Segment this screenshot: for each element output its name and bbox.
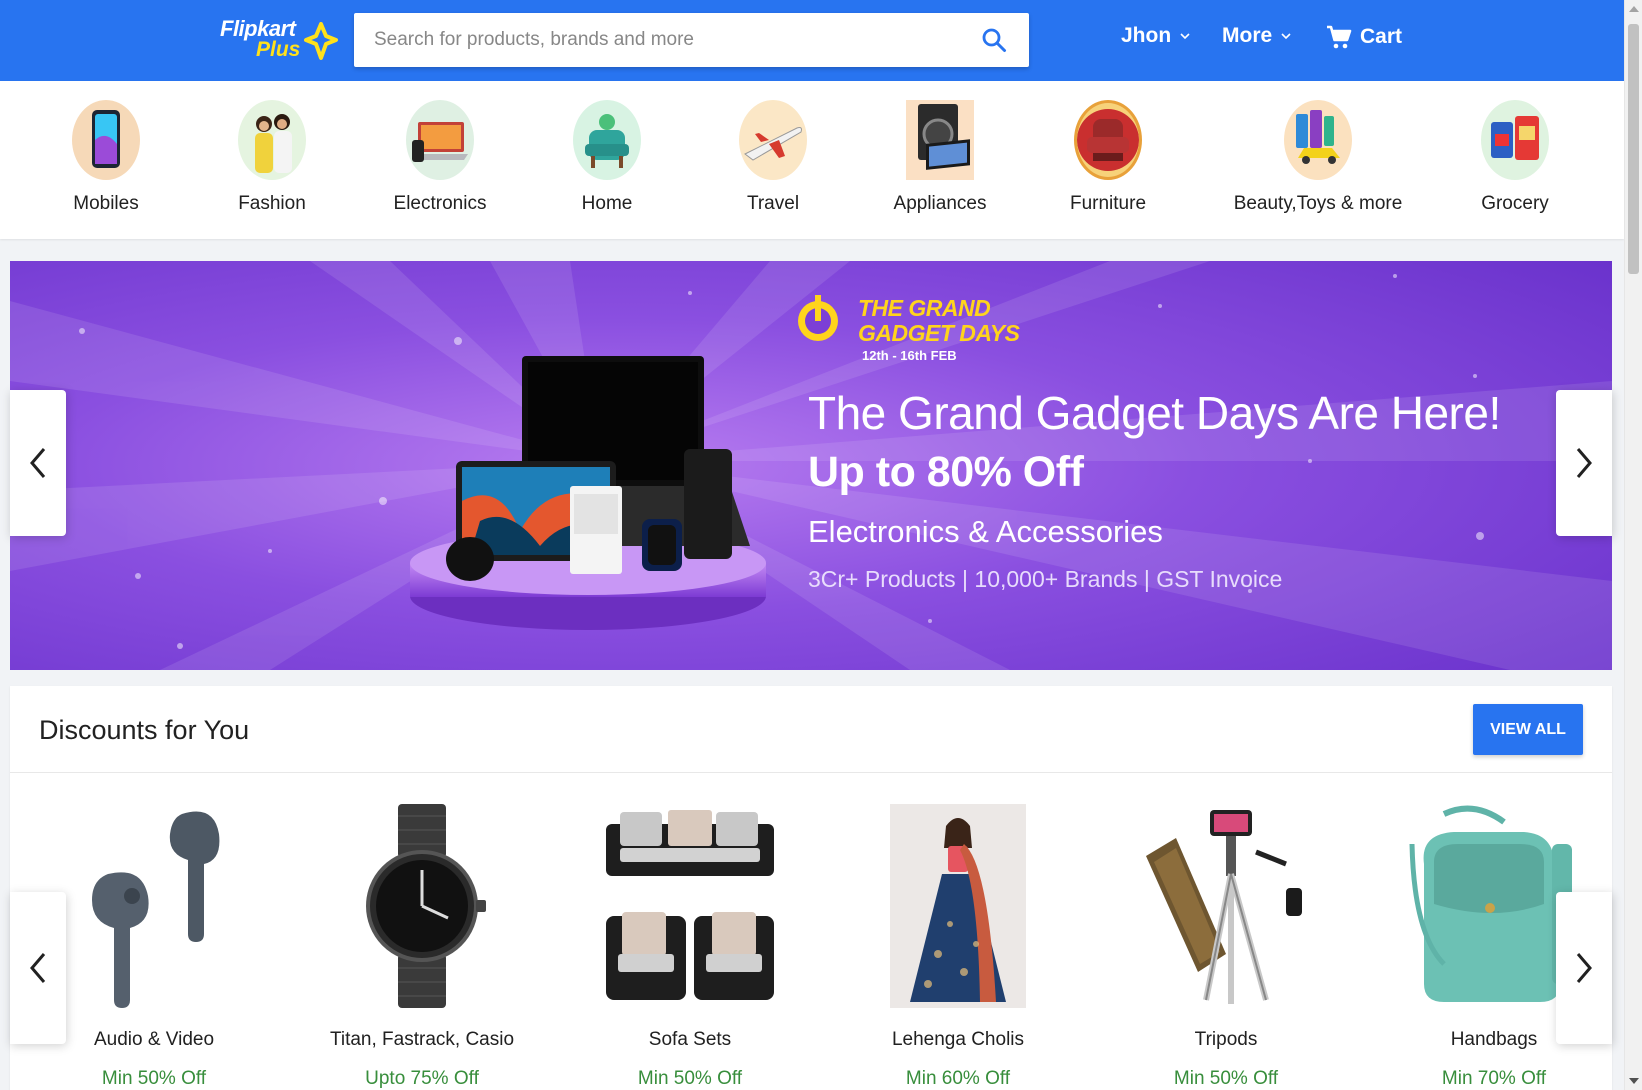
- scroll-up-arrow-icon[interactable]: [1629, 6, 1639, 12]
- search-icon[interactable]: [981, 27, 1007, 53]
- sofa-image: [606, 810, 774, 1000]
- chevron-right-icon: [1576, 953, 1592, 983]
- category-label: Home: [581, 193, 633, 214]
- banner-category: Electronics & Accessories: [808, 514, 1163, 549]
- section-title: Discounts for You: [39, 715, 250, 745]
- product-card[interactable]: Lehenga Cholis Min 60% Off: [824, 804, 1092, 1090]
- lehenga-image: [890, 804, 1026, 1008]
- category-fashion[interactable]: Fashion: [182, 81, 362, 239]
- more-menu[interactable]: More: [1222, 24, 1292, 48]
- discounts-section: Discounts for You VIEW ALL Audio & Video…: [10, 686, 1612, 1090]
- category-label: Appliances: [893, 193, 987, 214]
- cart-icon: [1327, 25, 1352, 49]
- category-label: Grocery: [1481, 193, 1549, 214]
- banner-meta: 3Cr+ Products | 10,000+ Brands | GST Inv…: [808, 566, 1283, 592]
- product-discount: Upto 75% Off: [365, 1068, 479, 1089]
- grocery-icon: [1481, 100, 1549, 180]
- sale-name-line1: THE GRAND: [858, 295, 991, 321]
- banner-next-button[interactable]: [1556, 390, 1612, 536]
- category-travel[interactable]: Travel: [683, 81, 863, 239]
- product-name: Sofa Sets: [648, 1029, 732, 1050]
- product-name: Titan, Fastrack, Casio: [329, 1029, 515, 1050]
- product-name: Lehenga Cholis: [891, 1029, 1025, 1050]
- category-mobiles[interactable]: Mobiles: [16, 81, 196, 239]
- more-label: More: [1222, 24, 1273, 47]
- account-menu[interactable]: Jhon: [1121, 24, 1191, 48]
- fashion-icon: [238, 100, 306, 180]
- plane-icon: [739, 100, 807, 180]
- sale-dates: 12th - 16th FEB: [862, 348, 957, 363]
- chevron-left-icon: [30, 953, 46, 983]
- banner-headline: The Grand Gadget Days Are Here!: [808, 387, 1501, 439]
- chevron-left-icon: [30, 448, 46, 478]
- deals-next-button[interactable]: [1556, 892, 1612, 1044]
- chevron-down-icon: [1281, 33, 1291, 40]
- sale-name-line2: GADGET DAYS: [858, 320, 1020, 346]
- user-name: Jhon: [1121, 24, 1172, 47]
- deals-prev-button[interactable]: [10, 892, 66, 1044]
- product-discount: Min 50% Off: [1173, 1068, 1279, 1089]
- product-card[interactable]: Titan, Fastrack, Casio Upto 75% Off: [288, 804, 556, 1090]
- sale-logo-text: THE GRAND GADGET DAYS: [858, 295, 1020, 346]
- flipkart-logo[interactable]: Flipkart Plus: [220, 16, 340, 64]
- category-label: Electronics: [393, 193, 487, 214]
- category-label: Fashion: [238, 193, 306, 214]
- category-beauty-toys[interactable]: Beauty,Toys & more: [1218, 81, 1418, 239]
- banner-prev-button[interactable]: [10, 390, 66, 536]
- cart-button[interactable]: Cart: [1326, 24, 1402, 50]
- toys-icon: [1284, 100, 1352, 180]
- scroll-thumb[interactable]: [1628, 24, 1639, 274]
- logo-plus-text: Plus: [256, 38, 301, 61]
- vertical-scrollbar[interactable]: [1624, 0, 1642, 1090]
- home-icon: [573, 100, 641, 180]
- mobile-icon: [72, 100, 140, 180]
- category-label: Mobiles: [73, 193, 139, 214]
- category-bar: Mobiles Fashion Electronics Home Travel …: [0, 81, 1624, 239]
- banner-offer: Up to 80% Off: [808, 448, 1084, 496]
- furniture-icon: [1074, 100, 1142, 180]
- product-discount: Min 70% Off: [1441, 1068, 1547, 1089]
- product-name: Tripods: [1194, 1029, 1258, 1050]
- product-card[interactable]: Sofa Sets Min 50% Off: [556, 804, 824, 1090]
- watch-image: [366, 804, 486, 1008]
- product-discount: Min 50% Off: [637, 1068, 743, 1089]
- product-card[interactable]: Tripods Min 50% Off: [1092, 804, 1360, 1090]
- view-all-button[interactable]: VIEW ALL: [1473, 704, 1583, 755]
- category-home[interactable]: Home: [517, 81, 697, 239]
- search-input[interactable]: [354, 13, 964, 67]
- product-discount: Min 50% Off: [101, 1068, 207, 1089]
- chevron-right-icon: [1576, 448, 1592, 478]
- search-bar: [354, 13, 1029, 67]
- laptop-icon: [406, 100, 474, 180]
- cart-label: Cart: [1360, 25, 1403, 48]
- category-grocery[interactable]: Grocery: [1425, 81, 1605, 239]
- chevron-down-icon: [1180, 33, 1190, 40]
- category-label: Beauty,Toys & more: [1233, 193, 1403, 214]
- tripod-image: [1146, 810, 1302, 1004]
- category-electronics[interactable]: Electronics: [350, 81, 530, 239]
- category-furniture[interactable]: Furniture: [1018, 81, 1198, 239]
- category-label: Furniture: [1069, 193, 1147, 214]
- hero-banner[interactable]: THE GRAND GADGET DAYS 12th - 16th FEB Th…: [10, 261, 1612, 670]
- product-discount: Min 60% Off: [905, 1068, 1011, 1089]
- category-appliances[interactable]: Appliances: [850, 81, 1030, 239]
- category-label: Travel: [746, 193, 800, 214]
- appliance-icon: [906, 100, 974, 180]
- top-header: Flipkart Plus Jhon More Cart: [0, 0, 1624, 81]
- scroll-down-arrow-icon[interactable]: [1629, 1078, 1639, 1084]
- plus-logo-icon: [304, 22, 338, 60]
- earbuds-image: [92, 811, 220, 1008]
- section-header: Discounts for You VIEW ALL: [10, 686, 1612, 773]
